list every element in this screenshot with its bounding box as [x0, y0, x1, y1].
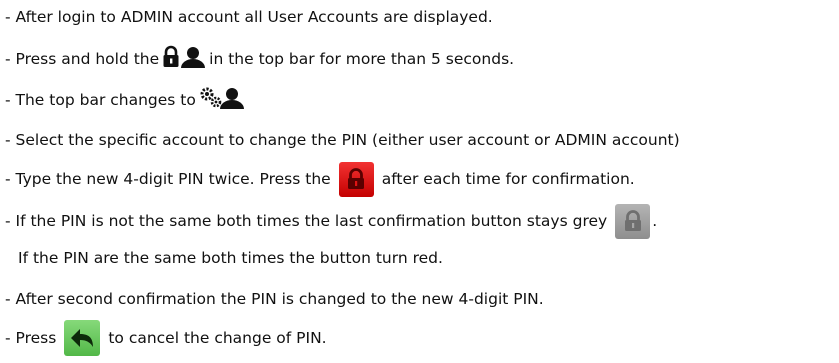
line-text-after: to cancel the change of PIN.: [108, 329, 327, 347]
gears-user-icon: [200, 86, 244, 114]
line-text-after: .: [652, 212, 658, 230]
instruction-line-6: - If the PIN is not the same both times …: [5, 203, 658, 239]
line-text-before: - The top bar changes to: [5, 91, 196, 109]
line-text-before: - If the PIN is not the same both times …: [5, 212, 608, 230]
line-text-after: after each time for confirmation.: [381, 170, 635, 188]
line-text: - After login to ADMIN account all User …: [5, 8, 493, 26]
line-text: - After second confirmation the PIN is c…: [5, 290, 544, 308]
instruction-line-1: - After login to ADMIN account all User …: [5, 5, 493, 29]
instruction-line-4: - Select the specific account to change …: [5, 128, 680, 152]
instruction-line-9: - Press to cancel the change of PIN.: [5, 320, 327, 356]
instruction-line-3: - The top bar changes to: [5, 86, 244, 114]
line-text: - Select the specific account to change …: [5, 131, 680, 149]
lock-icon: [348, 168, 365, 189]
lock-user-icon: [162, 45, 206, 73]
back-arrow-icon: [71, 329, 94, 347]
instruction-line-7: If the PIN are the same both times the b…: [18, 246, 443, 270]
line-text-before: - Press and hold the: [5, 50, 160, 68]
grey-lock-button: [615, 203, 651, 239]
red-lock-button: [338, 161, 374, 197]
instruction-line-8: - After second confirmation the PIN is c…: [5, 287, 544, 311]
line-text-after: in the top bar for more than 5 seconds.: [209, 50, 515, 68]
line-text-before: - Type the new 4-digit PIN twice. Press …: [5, 170, 331, 188]
lock-icon: [624, 210, 641, 231]
green-back-button: [64, 320, 101, 356]
line-text-before: - Press: [5, 329, 57, 347]
line-text: If the PIN are the same both times the b…: [18, 249, 443, 267]
instruction-line-2: - Press and hold the in the top bar for …: [5, 45, 515, 73]
instruction-line-5: - Type the new 4-digit PIN twice. Press …: [5, 161, 635, 197]
